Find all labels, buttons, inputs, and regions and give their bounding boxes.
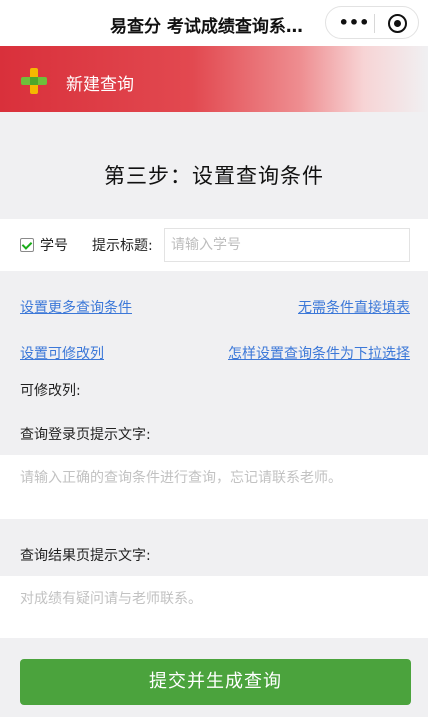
navigation-bar: 易查分 考试成绩查询系… •••	[0, 0, 428, 46]
result-hint-label: 查询结果页提示文字:	[20, 548, 151, 564]
new-query-banner[interactable]: 新建查询	[0, 46, 428, 112]
field-name: 学号	[40, 238, 68, 254]
field-checkbox[interactable]	[20, 238, 34, 252]
miniprogram-capsule: •••	[325, 6, 419, 39]
editable-columns-label: 可修改列:	[20, 383, 81, 399]
login-hint-label: 查询登录页提示文字:	[20, 427, 151, 443]
hint-title-label: 提示标题:	[92, 238, 153, 254]
login-hint-textarea[interactable]	[0, 455, 428, 519]
editable-columns-link[interactable]: 设置可修改列	[20, 343, 104, 363]
result-hint-textarea[interactable]	[0, 576, 428, 638]
close-target-icon[interactable]	[388, 14, 407, 33]
result-hint-block	[0, 576, 428, 638]
login-hint-block	[0, 455, 428, 519]
step-title: 第三步：设置查询条件	[104, 164, 324, 188]
capsule-divider	[374, 14, 375, 33]
more-conditions-link[interactable]: 设置更多查询条件	[20, 297, 132, 317]
hint-title-input[interactable]	[164, 228, 410, 262]
page-title: 易查分 考试成绩查询系…	[110, 17, 303, 37]
more-menu-icon[interactable]: •••	[336, 13, 372, 32]
submit-generate-button[interactable]: 提交并生成查询	[20, 659, 411, 705]
fill-direct-link[interactable]: 无需条件直接填表	[298, 297, 410, 317]
query-field-row: 学号 提示标题:	[0, 219, 428, 271]
plus-icon	[21, 68, 47, 94]
dropdown-howto-link[interactable]: 怎样设置查询条件为下拉选择	[228, 343, 410, 363]
banner-label: 新建查询	[66, 75, 134, 95]
